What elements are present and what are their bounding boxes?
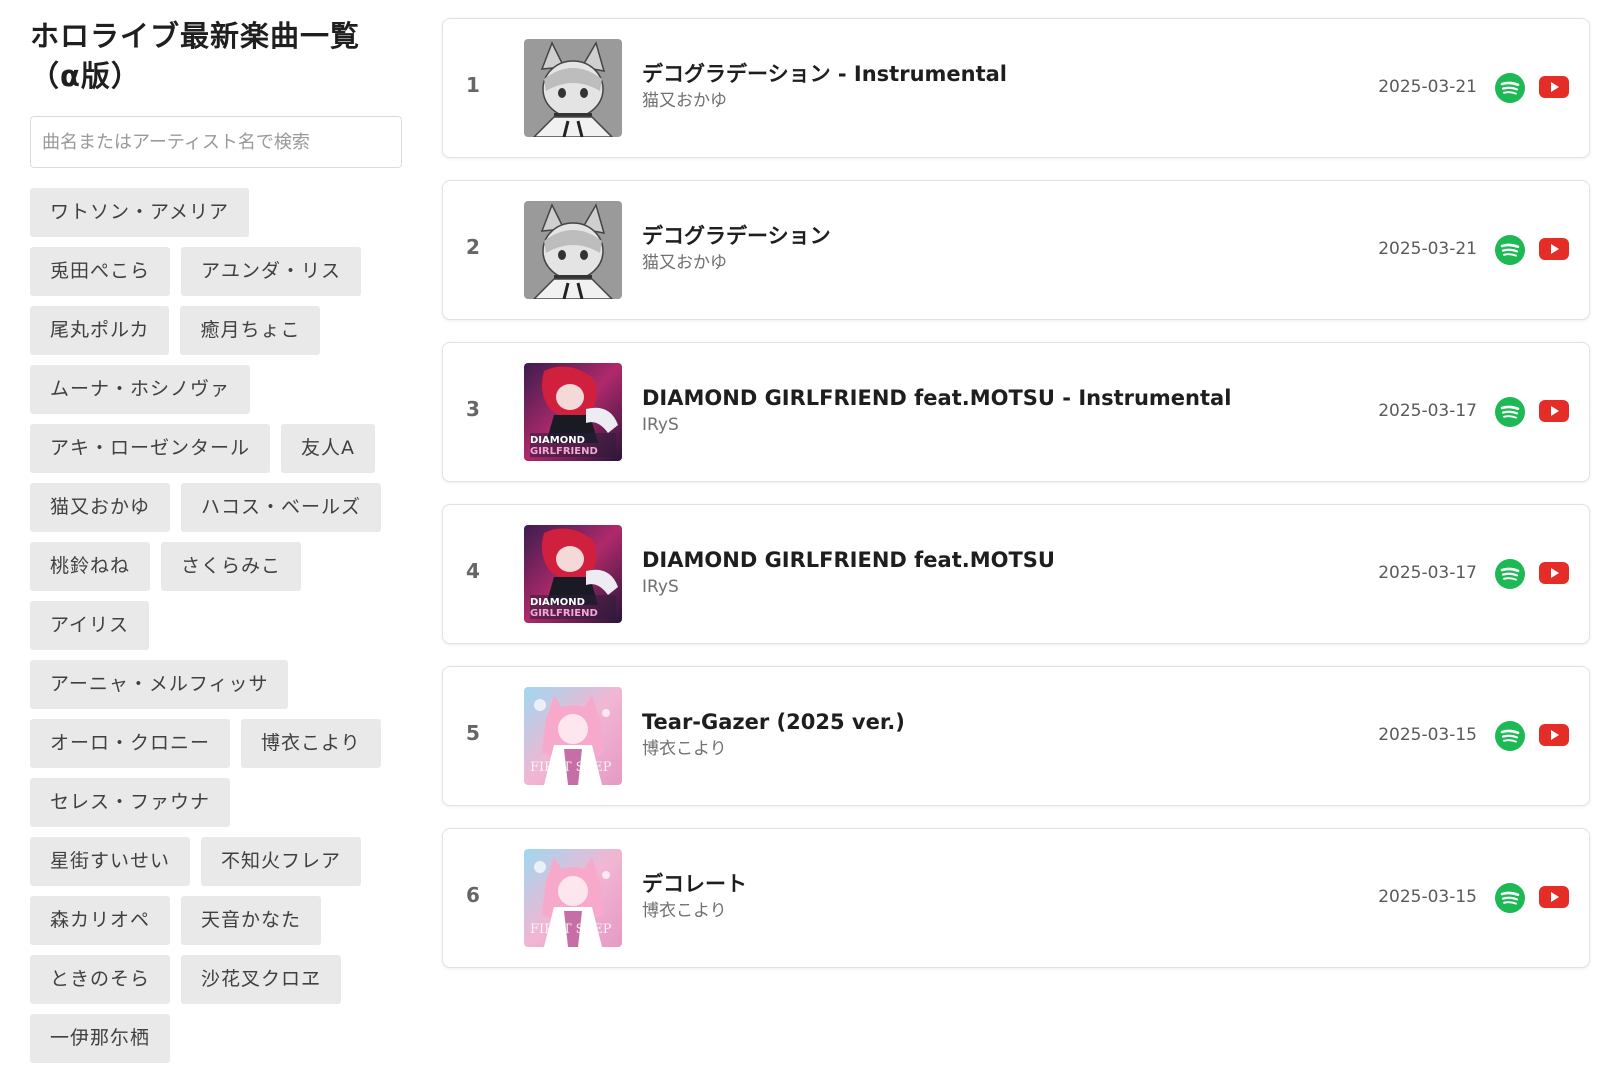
song-title[interactable]: DIAMOND GIRLFRIEND feat.MOTSU - Instrume… bbox=[642, 383, 1442, 413]
song-card[interactable]: 6 FIRST STEP デコレート 博衣こより 2025-03-15 bbox=[442, 828, 1590, 968]
artist-tag[interactable]: 不知火フレア bbox=[201, 837, 362, 886]
song-artist: 博衣こより bbox=[642, 739, 727, 759]
svg-text:FIRST STEP: FIRST STEP bbox=[530, 760, 612, 775]
song-title[interactable]: デコグラデーション - Instrumental bbox=[642, 59, 1442, 89]
artist-tag[interactable]: 星街すいせい bbox=[30, 837, 191, 886]
artist-tag[interactable]: 一伊那尓栖 bbox=[30, 1014, 171, 1063]
album-cover-icon[interactable] bbox=[524, 201, 622, 299]
artist-tag[interactable]: セレス・ファウナ bbox=[30, 778, 231, 827]
youtube-icon[interactable] bbox=[1539, 238, 1569, 260]
spotify-icon[interactable] bbox=[1495, 559, 1525, 589]
artist-tag[interactable]: 天音かなた bbox=[181, 896, 322, 945]
album-cover-icon[interactable]: FIRST STEP bbox=[524, 687, 622, 785]
artist-tag[interactable]: 猫又おかゆ bbox=[30, 483, 171, 532]
artist-tag[interactable]: 桃鈴ねね bbox=[30, 542, 151, 591]
song-artist: 猫又おかゆ bbox=[642, 91, 727, 111]
artist-tag[interactable]: ときのそら bbox=[30, 955, 171, 1004]
release-date: 2025-03-21 bbox=[1378, 77, 1477, 97]
song-card[interactable]: 5 FIRST STEP Tear-Gazer (2025 ver.) 博衣こより 20… bbox=[442, 666, 1590, 806]
artist-tag[interactable]: 森カリオペ bbox=[30, 896, 171, 945]
album-cover-icon[interactable]: DIAMOND GIRLFRIEND bbox=[524, 363, 622, 461]
song-rank: 4 bbox=[466, 559, 480, 583]
search-input[interactable] bbox=[30, 116, 402, 168]
artist-tag[interactable]: ハコス・ベールズ bbox=[181, 483, 382, 532]
song-title[interactable]: デコレート bbox=[642, 869, 1442, 899]
youtube-icon[interactable] bbox=[1539, 400, 1569, 422]
song-info: デコレート 博衣こより bbox=[642, 869, 1442, 923]
song-card[interactable]: 3 DIAMOND GIRLFRIEND DIAMOND GIRLFRIEND fea… bbox=[442, 342, 1590, 482]
release-date: 2025-03-21 bbox=[1378, 239, 1477, 259]
artist-tag[interactable]: ムーナ・ホシノヴァ bbox=[30, 365, 251, 414]
album-cover-icon[interactable] bbox=[524, 39, 622, 137]
song-card[interactable]: 4 DIAMOND GIRLFRIEND DIAMOND GIRLFRIEND fea… bbox=[442, 504, 1590, 644]
song-card[interactable]: 1 デコグラデーション - Instrumental 猫又おかゆ 2025-03-21 bbox=[442, 18, 1590, 158]
spotify-icon[interactable] bbox=[1495, 397, 1525, 427]
svg-text:GIRLFRIEND: GIRLFRIEND bbox=[530, 608, 598, 619]
song-title[interactable]: Tear-Gazer (2025 ver.) bbox=[642, 707, 1442, 737]
song-artist: 猫又おかゆ bbox=[642, 253, 727, 273]
artist-tag[interactable]: ワトソン・アメリア bbox=[30, 188, 250, 237]
artist-tag[interactable]: アキ・ローゼンタール bbox=[30, 424, 271, 473]
song-list: 1 デコグラデーション - Instrumental 猫又おかゆ 2025-03-21… bbox=[442, 18, 1590, 990]
artist-tag-list: ワトソン・アメリア 兎田ぺこら アユンダ・リス 尾丸ポルカ 癒月ちょこムーナ・ホシノヴァ… bbox=[30, 188, 402, 1073]
song-rank: 5 bbox=[466, 721, 480, 745]
album-cover-icon[interactable]: FIRST STEP bbox=[524, 849, 622, 947]
artist-tag[interactable]: 博衣こより bbox=[241, 719, 381, 768]
artist-tag[interactable]: さくらみこ bbox=[161, 542, 302, 591]
youtube-icon[interactable] bbox=[1539, 724, 1569, 746]
release-date: 2025-03-17 bbox=[1378, 563, 1477, 583]
artist-tag[interactable]: 兎田ぺこら bbox=[30, 247, 171, 296]
page-title: ホロライブ最新楽曲一覧（α版） bbox=[30, 19, 361, 93]
album-cover-icon[interactable]: DIAMOND GIRLFRIEND bbox=[524, 525, 622, 623]
youtube-icon[interactable] bbox=[1539, 76, 1569, 98]
song-rank: 2 bbox=[466, 235, 480, 259]
song-info: DIAMOND GIRLFRIEND feat.MOTSU IRyS bbox=[642, 545, 1442, 599]
artist-tag[interactable]: アユンダ・リス bbox=[181, 247, 362, 296]
youtube-icon[interactable] bbox=[1539, 886, 1569, 908]
artist-tag[interactable]: 癒月ちょこ bbox=[180, 306, 321, 355]
artist-tag[interactable]: 尾丸ポルカ bbox=[30, 306, 170, 355]
song-info: Tear-Gazer (2025 ver.) 博衣こより bbox=[642, 707, 1442, 761]
svg-text:FIRST STEP: FIRST STEP bbox=[530, 922, 612, 937]
song-rank: 3 bbox=[466, 397, 480, 421]
song-rank: 1 bbox=[466, 73, 480, 97]
youtube-icon[interactable] bbox=[1539, 562, 1569, 584]
song-title[interactable]: DIAMOND GIRLFRIEND feat.MOTSU bbox=[642, 545, 1442, 575]
song-artist: 博衣こより bbox=[642, 901, 727, 921]
release-date: 2025-03-17 bbox=[1378, 401, 1477, 421]
release-date: 2025-03-15 bbox=[1378, 725, 1477, 745]
song-title[interactable]: デコグラデーション bbox=[642, 221, 1442, 251]
svg-text:DIAMOND: DIAMOND bbox=[530, 597, 585, 608]
artist-tag[interactable]: アーニャ・メルフィッサ bbox=[30, 660, 289, 709]
spotify-icon[interactable] bbox=[1495, 721, 1525, 751]
sidebar: ホロライブ最新楽曲一覧（α版） ワトソン・アメリア兎田ぺこらアユンダ・リス尾丸ポ… bbox=[30, 16, 402, 1073]
song-info: デコグラデーション - Instrumental 猫又おかゆ bbox=[642, 59, 1442, 113]
song-artist: IRyS bbox=[642, 577, 679, 597]
song-info: DIAMOND GIRLFRIEND feat.MOTSU - Instrume… bbox=[642, 383, 1442, 437]
svg-text:DIAMOND: DIAMOND bbox=[530, 435, 585, 446]
release-date: 2025-03-15 bbox=[1378, 887, 1477, 907]
svg-text:GIRLFRIEND: GIRLFRIEND bbox=[530, 446, 598, 457]
song-rank: 6 bbox=[466, 883, 480, 907]
spotify-icon[interactable] bbox=[1495, 73, 1525, 103]
artist-tag[interactable]: オーロ・クロニー bbox=[30, 719, 231, 768]
spotify-icon[interactable] bbox=[1495, 235, 1525, 265]
song-card[interactable]: 2 デコグラデーション 猫又おかゆ 2025-03-21 bbox=[442, 180, 1590, 320]
song-artist: IRyS bbox=[642, 415, 679, 435]
artist-tag[interactable]: 沙花叉クロヱ bbox=[181, 955, 342, 1004]
song-info: デコグラデーション 猫又おかゆ bbox=[642, 221, 1442, 275]
spotify-icon[interactable] bbox=[1495, 883, 1525, 913]
artist-tag[interactable]: 友人A bbox=[281, 424, 376, 473]
artist-tag[interactable]: アイリス bbox=[30, 601, 150, 650]
